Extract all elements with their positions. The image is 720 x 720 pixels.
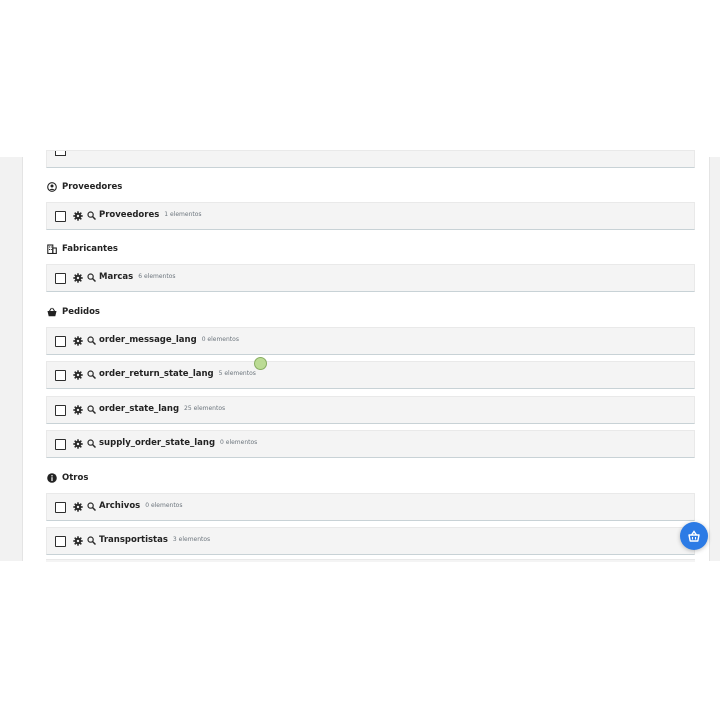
- row-count: 0 elementos: [220, 439, 258, 446]
- list-item-order-message-lang[interactable]: order_message_lang 0 elementos: [46, 327, 695, 355]
- mouse-cursor-indicator: [254, 357, 267, 370]
- list-item-order-return-state-lang[interactable]: order_return_state_lang 5 elementos: [46, 361, 695, 389]
- row-name[interactable]: order_return_state_lang 5 elementos: [99, 369, 256, 379]
- row-checkbox[interactable]: [55, 439, 66, 450]
- row-count: 1 elementos: [164, 211, 202, 218]
- section-title: Fabricantes: [62, 244, 118, 254]
- building-icon: [47, 244, 57, 254]
- row-count: 0 elementos: [145, 502, 183, 509]
- section-title: Proveedores: [62, 182, 123, 192]
- row-checkbox[interactable]: [55, 370, 66, 381]
- row-checkbox[interactable]: [55, 151, 66, 156]
- row-count: 25 elementos: [184, 405, 226, 412]
- search-icon[interactable]: [87, 336, 96, 345]
- gear-icon[interactable]: [73, 273, 83, 283]
- search-icon[interactable]: [87, 536, 96, 545]
- row-checkbox[interactable]: [55, 336, 66, 347]
- help-basket-button[interactable]: [680, 522, 708, 550]
- row-name[interactable]: order_message_lang 0 elementos: [99, 335, 239, 345]
- search-icon[interactable]: [87, 502, 96, 511]
- list-item-proveedores[interactable]: Proveedores 1 elementos: [46, 202, 695, 230]
- row-count: 5 elementos: [218, 370, 256, 377]
- row-checkbox[interactable]: [55, 211, 66, 222]
- search-icon[interactable]: [87, 439, 96, 448]
- row-count: 0 elementos: [201, 336, 239, 343]
- gear-icon[interactable]: [73, 211, 83, 221]
- section-title: Otros: [62, 473, 89, 483]
- gear-icon[interactable]: [73, 536, 83, 546]
- gear-icon[interactable]: [73, 370, 83, 380]
- row-count: 3 elementos: [172, 536, 211, 543]
- list-item-transportistas[interactable]: Transportistas 3 elementos: [46, 527, 695, 555]
- list-item-supply-order-state-lang[interactable]: supply_order_state_lang 0 elementos: [46, 430, 695, 458]
- list-item-archivos[interactable]: Archivos 0 elementos: [46, 493, 695, 521]
- gear-icon[interactable]: [73, 439, 83, 449]
- user-circle-icon: [47, 182, 57, 192]
- list-item-partial-top[interactable]: [46, 150, 695, 168]
- search-icon[interactable]: [87, 273, 96, 282]
- row-count: 6 elementos: [138, 273, 176, 280]
- row-name[interactable]: supply_order_state_lang 0 elementos: [99, 438, 257, 448]
- list-item-order-state-lang[interactable]: order_state_lang 25 elementos: [46, 396, 695, 424]
- row-name[interactable]: Marcas 6 elementos: [99, 272, 176, 282]
- gear-icon[interactable]: [73, 336, 83, 346]
- row-checkbox[interactable]: [55, 502, 66, 513]
- row-name[interactable]: Transportistas 3 elementos: [99, 535, 210, 545]
- help-basket-icon: [688, 530, 700, 542]
- row-name[interactable]: Archivos 0 elementos: [99, 501, 182, 511]
- search-icon[interactable]: [87, 211, 96, 220]
- search-icon[interactable]: [87, 405, 96, 414]
- section-title: Pedidos: [62, 307, 100, 317]
- row-checkbox[interactable]: [55, 273, 66, 284]
- info-circle-icon: [47, 473, 57, 483]
- list-item-marcas[interactable]: Marcas 6 elementos: [46, 264, 695, 292]
- gear-icon[interactable]: [73, 405, 83, 415]
- row-checkbox[interactable]: [55, 536, 66, 547]
- row-name[interactable]: Proveedores 1 elementos: [99, 210, 202, 220]
- row-name[interactable]: order_state_lang 25 elementos: [99, 404, 225, 414]
- list-item-partial-bottom[interactable]: [46, 559, 695, 562]
- row-checkbox[interactable]: [55, 405, 66, 416]
- basket-icon: [47, 307, 57, 317]
- search-icon[interactable]: [87, 370, 96, 379]
- gear-icon[interactable]: [73, 502, 83, 512]
